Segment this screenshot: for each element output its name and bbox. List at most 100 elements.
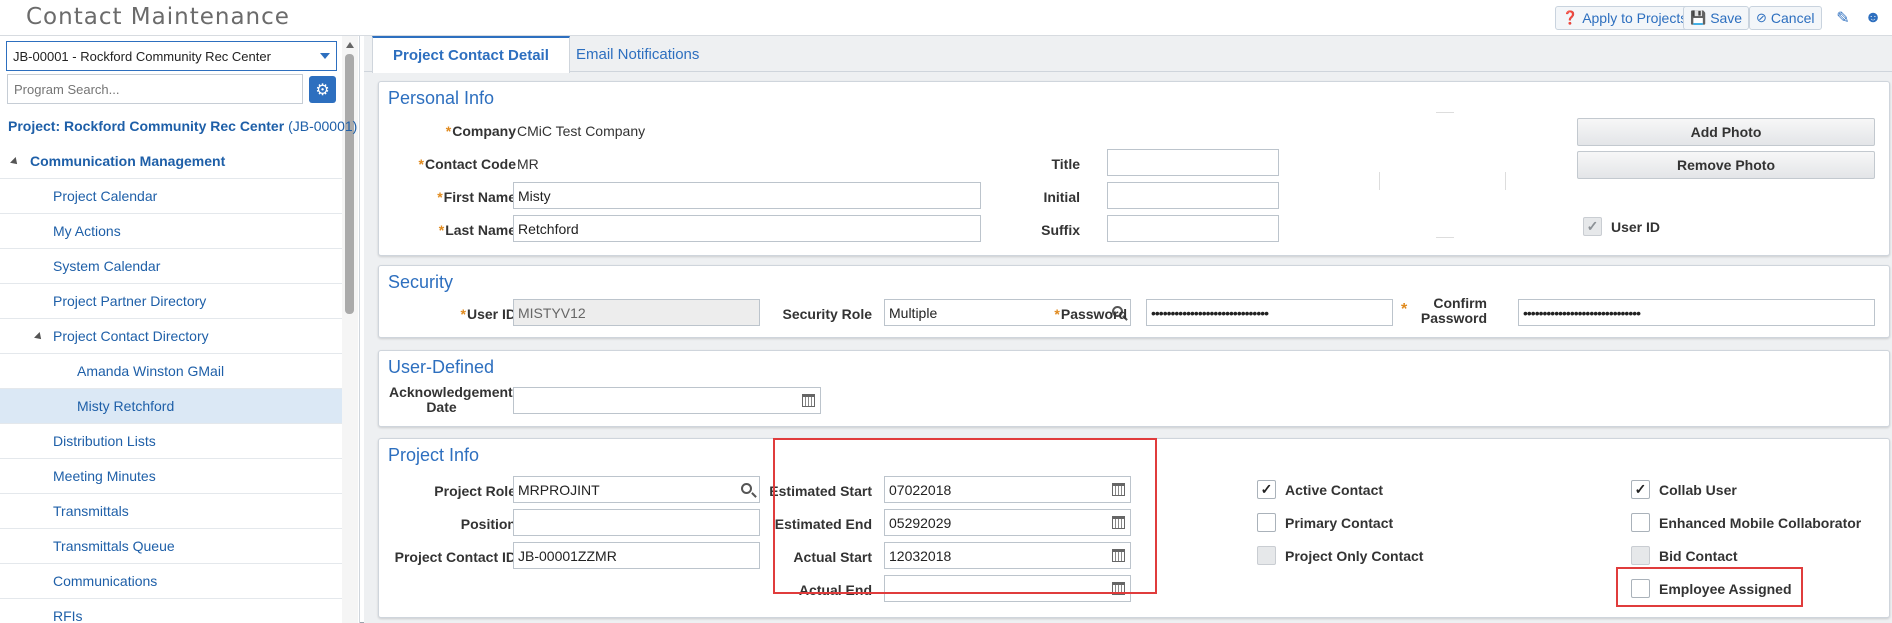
estimated-start-input[interactable]: 07022018 [884, 476, 1131, 503]
tree-item-label: System Calendar [53, 258, 161, 274]
collab-user-checkbox[interactable]: ✓ [1631, 480, 1650, 499]
tree-item-transmittals[interactable]: Transmittals [0, 494, 342, 529]
first-name-input[interactable]: Misty [513, 182, 981, 209]
estimated-end-input[interactable]: 05292029 [884, 509, 1131, 536]
security-role-label: Security Role [782, 306, 872, 322]
employee-assigned-checkbox[interactable] [1631, 579, 1650, 598]
security-panel: Security *User ID MISTYV12 Security Role… [378, 265, 1890, 338]
project-code: (JB-00001) [288, 118, 358, 134]
tree-item-my-actions[interactable]: My Actions [0, 214, 342, 249]
user-id-label: *User ID [460, 306, 516, 322]
scroll-up-icon[interactable] [346, 42, 354, 48]
project-contact-id-input[interactable]: JB-00001ZZMR [513, 542, 760, 569]
tree-item-label: Distribution Lists [53, 433, 156, 449]
project-only-contact-checkbox[interactable] [1257, 546, 1276, 565]
project-select-value: JB-00001 - Rockford Community Rec Center [13, 49, 271, 64]
tree-item-distribution-lists[interactable]: Distribution Lists [0, 424, 342, 459]
tree-item-label: Transmittals Queue [53, 538, 175, 554]
enhanced-mobile-collaborator-label: Enhanced Mobile Collaborator [1659, 515, 1862, 531]
project-role-input[interactable]: MRPROJINT [513, 476, 760, 503]
tab-project-contact-detail[interactable]: Project Contact Detail [372, 36, 570, 73]
contact-code-value: MR [517, 156, 539, 172]
actual-start-input[interactable]: 12032018 [884, 542, 1131, 569]
tree-item-communication-management[interactable]: Communication Management [0, 144, 342, 179]
bid-contact-label: Bid Contact [1659, 548, 1738, 564]
save-button[interactable]: 💾 Save [1683, 6, 1750, 30]
bid-contact-checkbox[interactable] [1631, 546, 1650, 565]
tree-item-system-calendar[interactable]: System Calendar [0, 249, 342, 284]
estimated-start-label: Estimated Start [769, 483, 872, 499]
tree-item-project-calendar[interactable]: Project Calendar [0, 179, 342, 214]
password-input[interactable]: •••••••••••••••••••••••••••••• [1146, 299, 1393, 326]
project-info-title: Project Info [388, 445, 480, 465]
tree-item-project-contact-directory[interactable]: Project Contact Directory [0, 319, 342, 354]
project-only-contact-label: Project Only Contact [1285, 548, 1424, 564]
scrollbar-thumb[interactable] [345, 54, 354, 314]
expand-triangle-icon[interactable] [34, 332, 44, 342]
calendar-icon[interactable] [1112, 516, 1125, 529]
enhanced-mobile-collaborator-checkbox[interactable] [1631, 513, 1650, 532]
add-photo-button[interactable]: Add Photo [1577, 118, 1875, 146]
tree-item-label: Communications [53, 573, 158, 589]
tree-item-communications[interactable]: Communications [0, 564, 342, 599]
remove-photo-button[interactable]: Remove Photo [1577, 151, 1875, 179]
estimated-start-value: 07022018 [889, 482, 952, 498]
photo-placeholder [1379, 112, 1506, 238]
search-icon[interactable] [741, 483, 752, 494]
apply-to-projects-button[interactable]: ❓ Apply to Projects [1555, 6, 1695, 30]
acknowledgement-date-label: Acknowledgement Date [389, 384, 513, 415]
security-role-value: Multiple [889, 305, 938, 321]
estimated-end-label: Estimated End [774, 516, 872, 532]
personal-info-panel: Personal Info *Company CMiC Test Company… [378, 81, 1890, 256]
acknowledgement-date-input[interactable] [513, 387, 821, 414]
company-label: *Company [445, 123, 516, 139]
tab-bar: Project Contact Detail Email Notificatio… [364, 36, 1892, 73]
actual-start-value: 12032018 [889, 548, 952, 564]
calendar-icon[interactable] [1112, 582, 1125, 595]
last-name-label: *Last Name [438, 222, 516, 238]
calendar-icon[interactable] [802, 394, 815, 407]
calendar-icon[interactable] [1112, 549, 1125, 562]
tree-item-label: Project Partner Directory [53, 293, 207, 309]
primary-contact-checkbox[interactable] [1257, 513, 1276, 532]
program-search-input[interactable] [7, 74, 303, 104]
gear-icon[interactable]: ⚙ [309, 76, 336, 103]
title-label: Title [1051, 156, 1080, 172]
calendar-icon[interactable] [1112, 483, 1125, 496]
question-icon: ❓ [1562, 10, 1579, 25]
tree-item-amanda-winston[interactable]: Amanda Winston GMail [0, 354, 342, 389]
security-title: Security [388, 272, 454, 292]
save-label: Save [1710, 10, 1743, 26]
user-id-input[interactable]: MISTYV12 [513, 299, 760, 326]
tab-email-notifications[interactable]: Email Notifications [556, 36, 719, 73]
tree-item-project-partner-directory[interactable]: Project Partner Directory [0, 284, 342, 319]
suffix-input[interactable] [1107, 215, 1279, 242]
tree-item-meeting-minutes[interactable]: Meeting Minutes [0, 459, 342, 494]
active-contact-checkbox[interactable]: ✓ [1257, 480, 1276, 499]
position-label: Position [460, 516, 516, 532]
expand-triangle-icon[interactable] [10, 157, 20, 167]
project-select[interactable]: JB-00001 - Rockford Community Rec Center [6, 41, 337, 71]
actual-end-input[interactable] [884, 575, 1131, 602]
sidebar: JB-00001 - Rockford Community Rec Center… [0, 36, 360, 623]
title-input[interactable] [1107, 149, 1279, 176]
last-name-input[interactable]: Retchford [513, 215, 981, 242]
tree-item-label: Meeting Minutes [53, 468, 156, 484]
user-defined-panel: User-Defined Acknowledgement Date [378, 350, 1890, 427]
cancel-button[interactable]: ⊘ Cancel [1749, 6, 1822, 30]
project-link[interactable]: Project: Rockford Community Rec Center (… [8, 118, 357, 134]
user-id-checkbox[interactable]: ✓ [1583, 217, 1602, 236]
confirm-password-label: Confirm Password [1420, 295, 1487, 326]
confirm-password-input[interactable]: •••••••••••••••••••••••••••••• [1518, 299, 1875, 326]
actual-start-label: Actual Start [793, 549, 872, 565]
tree-item-rfis[interactable]: RFIs [0, 599, 342, 623]
tree-item-misty-retchford[interactable]: Misty Retchford [0, 389, 342, 424]
floppy-disk-icon: 💾 [1690, 10, 1707, 25]
user-profile-icon[interactable]: ☻ [1862, 7, 1884, 29]
actual-end-label: Actual End [798, 582, 872, 598]
initial-input[interactable] [1107, 182, 1279, 209]
position-input[interactable] [513, 509, 760, 536]
user-defined-title: User-Defined [388, 357, 495, 377]
edit-icon[interactable]: ✎ [1832, 7, 1854, 29]
tree-item-transmittals-queue[interactable]: Transmittals Queue [0, 529, 342, 564]
